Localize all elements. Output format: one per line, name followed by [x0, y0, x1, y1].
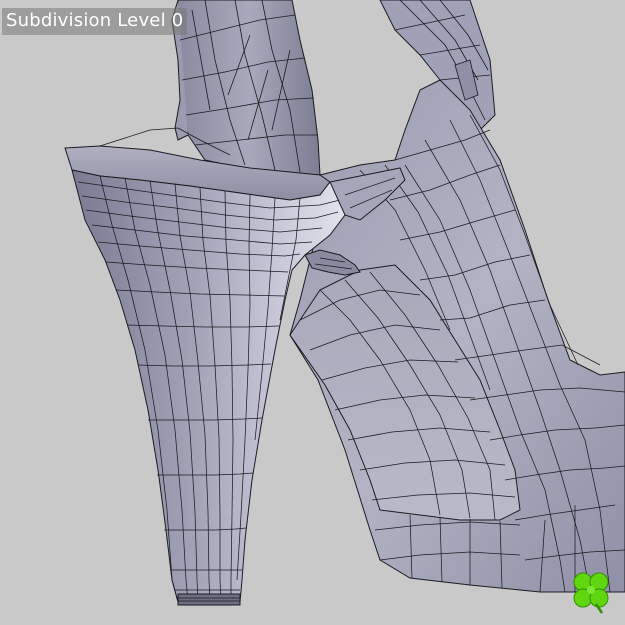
heel [71, 169, 346, 606]
mesh-render [64, 0, 625, 606]
clover-logo-icon [573, 572, 609, 614]
3d-viewport[interactable]: Subdivision Level 0 [0, 0, 625, 625]
back-strap [171, 0, 321, 176]
shoe-body [289, 79, 625, 593]
subdivision-level-label: Subdivision Level 0 [2, 8, 188, 35]
